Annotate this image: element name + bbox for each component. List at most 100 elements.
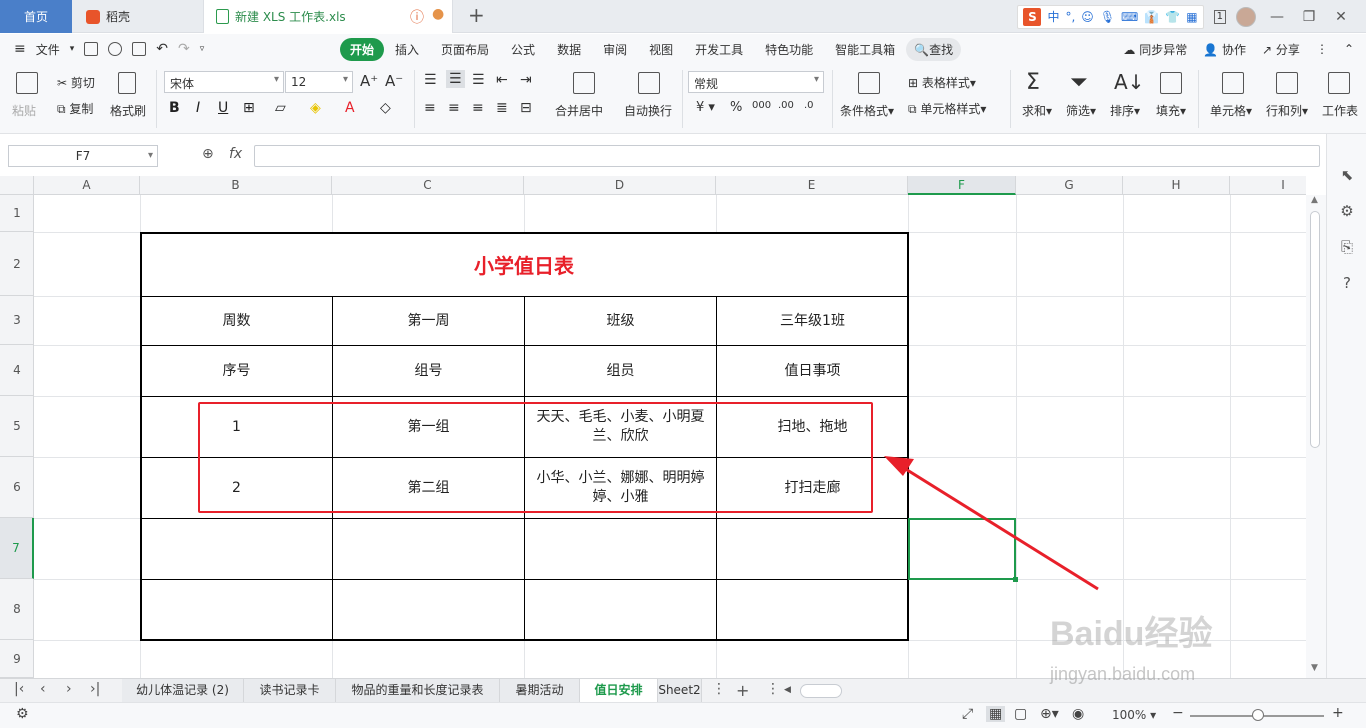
keyboard-icon[interactable]: ⌨ (1121, 10, 1138, 24)
menu-formula[interactable]: 公式 (500, 41, 546, 58)
menu-insert[interactable]: 插入 (384, 41, 430, 58)
sheet-tab-summer[interactable]: 暑期活动 (500, 679, 580, 702)
fill-button[interactable]: 填充▾ (1156, 102, 1186, 119)
scroll-up-icon[interactable]: ▲ (1311, 195, 1318, 205)
minimize-icon[interactable]: — (1266, 9, 1288, 25)
punctuation-icon[interactable]: °, (1065, 10, 1075, 24)
increase-font-icon[interactable]: A⁺ (360, 72, 378, 90)
fill-icon[interactable] (1160, 72, 1182, 94)
normal-view-icon[interactable]: ▦ (986, 706, 1006, 722)
customize-icon[interactable]: ▿ (200, 44, 205, 54)
sheet-tab-weight-length[interactable]: 物品的重量和长度记录表 (336, 679, 500, 702)
spreadsheet-grid[interactable]: A B C D E F G H I 1 2 3 4 5 6 7 8 9 小学值日… (0, 176, 1306, 678)
export-icon[interactable] (108, 42, 123, 56)
cell-button[interactable]: 单元格▾ (1210, 102, 1252, 119)
cell-icon[interactable] (1222, 72, 1244, 94)
share-button[interactable]: ↗ 分享 (1262, 41, 1300, 58)
thousands-icon[interactable]: 000 (752, 100, 771, 111)
row-header-1[interactable]: 1 (0, 195, 34, 232)
scroll-down-icon[interactable]: ▼ (1311, 663, 1318, 673)
last-sheet-icon[interactable]: ›| (90, 681, 100, 697)
insert-function-button[interactable]: fx (229, 146, 242, 162)
merge-center-icon[interactable] (573, 72, 595, 94)
tab-home[interactable]: 首页 (0, 0, 72, 33)
menu-start[interactable]: 开始 (340, 37, 385, 61)
sort-button[interactable]: 排序▾ (1110, 102, 1140, 119)
filter-button[interactable]: 筛选▾ (1066, 102, 1096, 119)
chevron-down-icon[interactable]: ▾ (70, 44, 75, 54)
justify-icon[interactable]: ≣ (496, 100, 508, 116)
mic-icon[interactable]: 🎙 (1100, 10, 1115, 24)
align-left-icon[interactable]: ≡ (424, 100, 436, 116)
col-header-f[interactable]: F (908, 176, 1016, 195)
emoji-icon[interactable]: ☺ (1081, 10, 1094, 24)
page-break-icon[interactable]: ⊕▾ (1040, 706, 1059, 722)
row-header-6[interactable]: 6 (0, 457, 34, 518)
cell-c8[interactable] (333, 580, 524, 640)
merge-center-button[interactable]: 合并居中 (555, 102, 603, 119)
paste-button[interactable]: 粘贴 (12, 102, 36, 119)
col-header-d[interactable]: D (524, 176, 716, 195)
col-header-a[interactable]: A (34, 176, 140, 195)
collab-button[interactable]: 👤 协作 (1203, 41, 1246, 58)
filter-icon[interactable]: ⏷ (1070, 70, 1088, 95)
worksheet-button[interactable]: 工作表 (1322, 102, 1366, 119)
search-button[interactable]: 🔍查找 (906, 37, 962, 61)
currency-icon[interactable]: ¥ ▾ (696, 100, 715, 115)
wrap-text-icon[interactable] (638, 72, 660, 94)
col-header-h[interactable]: H (1123, 176, 1230, 195)
fill-color-icon[interactable]: ◈ (310, 100, 321, 116)
col-header-b[interactable]: B (140, 176, 332, 195)
row-header-7[interactable]: 7 (0, 518, 34, 579)
warning-icon[interactable]: ⓘ (410, 7, 424, 27)
collapse-icon[interactable]: ⌃ (1344, 42, 1354, 56)
vertical-scrollbar[interactable]: ▲ ▼ (1306, 195, 1326, 678)
menu-view[interactable]: 视图 (638, 41, 684, 58)
sheet-tab-reading[interactable]: 读书记录卡 (244, 679, 336, 702)
menu-developer[interactable]: 开发工具 (684, 41, 754, 58)
cell-c4[interactable]: 组号 (333, 346, 524, 396)
increase-decimal-icon[interactable]: .00 (778, 100, 794, 111)
cell-b4[interactable]: 序号 (141, 346, 332, 396)
sort-icon[interactable]: A↓ (1114, 70, 1144, 94)
add-sheet-icon[interactable]: + (736, 681, 749, 700)
horizontal-scroll-thumb[interactable] (800, 684, 842, 698)
cell-e4[interactable]: 值日事项 (717, 346, 908, 396)
prev-sheet-icon[interactable]: ‹ (40, 681, 46, 697)
conditional-format-button[interactable]: 条件格式▾ (840, 102, 894, 119)
scroll-left-icon[interactable]: ◀ (784, 685, 791, 695)
formula-input[interactable] (254, 145, 1320, 167)
row-col-icon[interactable] (1276, 72, 1298, 94)
avatar[interactable] (1236, 6, 1256, 27)
tab-daoke[interactable]: 稻壳 (74, 0, 200, 33)
col-header-e[interactable]: E (716, 176, 908, 195)
copy-button[interactable]: ⧉ 复制 (57, 100, 93, 117)
name-box[interactable]: F7 (8, 145, 158, 167)
menu-file[interactable]: 文件 (36, 41, 60, 58)
percent-icon[interactable]: % (730, 100, 742, 115)
close-icon[interactable]: ✕ (1330, 9, 1352, 25)
worksheet-icon[interactable] (1328, 72, 1350, 94)
sheet-more-icon[interactable]: ⋮ (712, 681, 726, 697)
sum-button[interactable]: 求和▾ (1022, 102, 1052, 119)
font-color-icon[interactable]: A (345, 100, 355, 116)
redo-icon[interactable]: ↷ (178, 41, 190, 57)
page-indicator[interactable]: 1 (1213, 9, 1226, 24)
align-top-icon[interactable]: ☰ (424, 72, 437, 88)
shirt-icon[interactable]: 👕 (1165, 10, 1180, 24)
more-icon[interactable]: ⋮ (1316, 42, 1328, 56)
wrap-text-button[interactable]: 自动换行 (624, 102, 672, 119)
paste-icon[interactable] (16, 72, 38, 94)
conditional-format-icon[interactable] (858, 72, 880, 94)
cell-e7[interactable] (717, 519, 908, 579)
zoom-in-icon[interactable]: + (1332, 705, 1344, 721)
sync-status[interactable]: ☁ 同步异常 (1123, 41, 1187, 58)
align-bottom-icon[interactable]: ☰ (472, 72, 485, 88)
cursor-icon[interactable]: ⬉ (1338, 166, 1356, 184)
hamburger-icon[interactable]: ≡ (14, 41, 26, 57)
cell-e3[interactable]: 三年级1班 (717, 297, 908, 345)
cell-d4[interactable]: 组员 (525, 346, 716, 396)
decrease-font-icon[interactable]: A⁻ (385, 72, 403, 90)
cut-button[interactable]: ✂ 剪切 (57, 74, 95, 91)
menu-smart-toolbox[interactable]: 智能工具箱 (824, 41, 906, 58)
